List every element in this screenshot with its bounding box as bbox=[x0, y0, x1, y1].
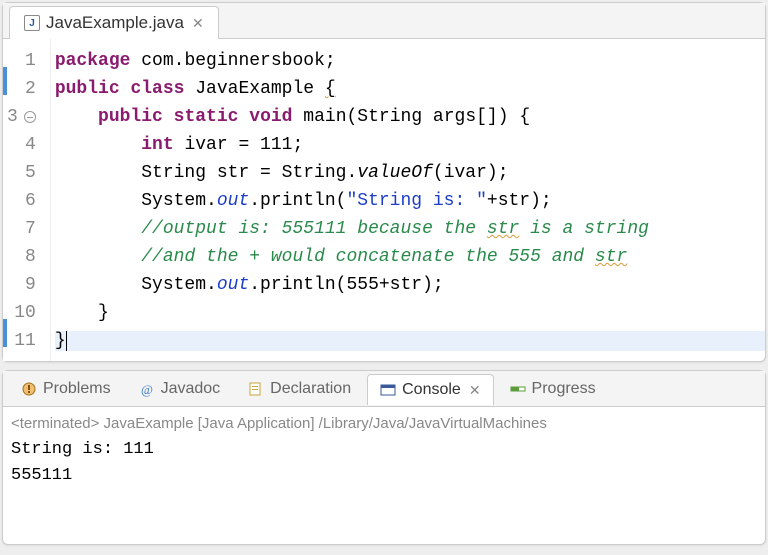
tab-problems[interactable]: Problems bbox=[9, 374, 123, 404]
tab-declaration[interactable]: Declaration bbox=[236, 374, 363, 404]
code-line[interactable]: } bbox=[55, 327, 765, 355]
console-status: <terminated> JavaExample [Java Applicati… bbox=[11, 411, 757, 437]
editor-tab-label: JavaExample.java bbox=[46, 13, 184, 33]
svg-text:@: @ bbox=[141, 382, 153, 397]
code-line[interactable]: System.out.println(555+str); bbox=[55, 271, 765, 299]
javadoc-icon: @ bbox=[139, 381, 155, 397]
code-area[interactable]: 1234567891011 package com.beginnersbook;… bbox=[3, 39, 765, 361]
declaration-icon bbox=[248, 381, 264, 397]
view-tab-bar: Problems @ Javadoc Declaration Console ✕ bbox=[3, 371, 765, 407]
code-line[interactable]: String str = String.valueOf(ivar); bbox=[55, 159, 765, 187]
java-file-icon: J bbox=[24, 15, 40, 31]
tab-label: Javadoc bbox=[161, 380, 221, 398]
line-number: 8 bbox=[7, 243, 44, 271]
code-line[interactable]: //output is: 555111 because the str is a… bbox=[55, 215, 765, 243]
code-line[interactable]: public static void main(String args[]) { bbox=[55, 103, 765, 131]
console-icon bbox=[380, 382, 396, 398]
code-line[interactable]: public class JavaExample { bbox=[55, 75, 765, 103]
line-number: 7 bbox=[7, 215, 44, 243]
editor-panel: J JavaExample.java ✕ 1234567891011 packa… bbox=[2, 2, 766, 362]
tab-javadoc[interactable]: @ Javadoc bbox=[127, 374, 233, 404]
fold-icon[interactable] bbox=[24, 111, 36, 123]
line-number: 10 bbox=[7, 299, 44, 327]
problems-icon bbox=[21, 381, 37, 397]
code-line[interactable]: //and the + would concatenate the 555 an… bbox=[55, 243, 765, 271]
gutter: 1234567891011 bbox=[7, 39, 51, 361]
console-line: 555111 bbox=[11, 463, 757, 489]
editor-tab-bar: J JavaExample.java ✕ bbox=[3, 3, 765, 39]
tab-progress[interactable]: Progress bbox=[498, 374, 608, 404]
line-number: 4 bbox=[7, 131, 44, 159]
code-line[interactable]: package com.beginnersbook; bbox=[55, 47, 765, 75]
line-number: 3 bbox=[7, 103, 44, 131]
close-icon[interactable]: ✕ bbox=[192, 15, 204, 32]
tab-label: Problems bbox=[43, 380, 111, 398]
console-output[interactable]: <terminated> JavaExample [Java Applicati… bbox=[3, 407, 765, 544]
line-number: 2 bbox=[7, 75, 44, 103]
line-number: 9 bbox=[7, 271, 44, 299]
tab-label: Progress bbox=[532, 380, 596, 398]
progress-icon bbox=[510, 381, 526, 397]
code-line[interactable]: System.out.println("String is: "+str); bbox=[55, 187, 765, 215]
code-lines[interactable]: package com.beginnersbook;public class J… bbox=[51, 39, 765, 361]
line-number: 1 bbox=[7, 47, 44, 75]
tab-console[interactable]: Console ✕ bbox=[367, 374, 493, 405]
line-number: 11 bbox=[7, 327, 44, 355]
tab-label: Declaration bbox=[270, 380, 351, 398]
editor-tab[interactable]: J JavaExample.java ✕ bbox=[9, 6, 219, 39]
code-line[interactable]: } bbox=[55, 299, 765, 327]
line-number: 6 bbox=[7, 187, 44, 215]
bottom-panel: Problems @ Javadoc Declaration Console ✕ bbox=[2, 370, 766, 545]
tab-label: Console bbox=[402, 381, 461, 399]
close-icon[interactable]: ✕ bbox=[469, 382, 481, 399]
code-line[interactable]: int ivar = 111; bbox=[55, 131, 765, 159]
line-number: 5 bbox=[7, 159, 44, 187]
console-line: String is: 111 bbox=[11, 437, 757, 463]
